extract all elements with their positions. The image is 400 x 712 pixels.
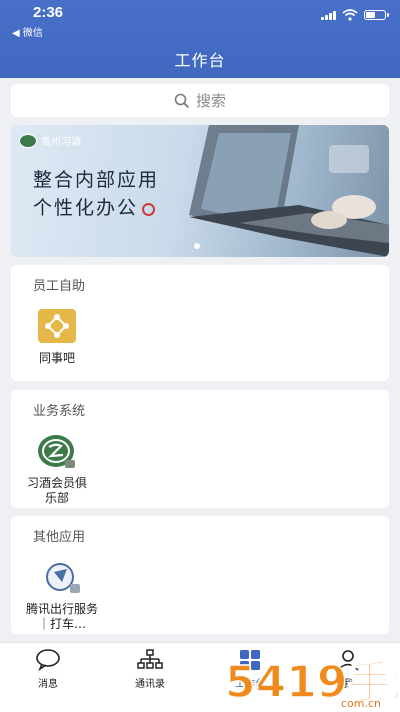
app-tencent-travel[interactable]: 腾讯出行服务｜打车…	[21, 560, 103, 632]
section-title: 其他应用	[33, 530, 86, 545]
tab-label: 消息	[38, 679, 58, 690]
tab-label: 通讯录	[135, 679, 165, 690]
tab-messages[interactable]: 消息	[8, 649, 88, 690]
app-tongshiba[interactable]: 同事吧	[25, 309, 89, 366]
red-dot-icon	[142, 202, 156, 216]
org-chart-icon	[137, 649, 163, 671]
section-employee-self-service: 员工自助 同事吧	[11, 265, 389, 381]
section-other-apps: 其他应用 腾讯出行服务｜打车…	[11, 516, 389, 634]
status-time: 2:36	[33, 4, 64, 21]
brand-name: 贵州习酒	[41, 137, 81, 148]
top-header: 2:36 ◀ 微信 工作台	[0, 0, 400, 78]
xijiu-logo-icon	[37, 434, 77, 470]
banner-headline: 整合内部应用	[33, 169, 160, 191]
search-bar[interactable]: 搜索	[11, 84, 389, 117]
app-label: 腾讯出行服务｜打车…	[25, 602, 98, 631]
banner-subheadline: 个性化办公	[33, 197, 139, 219]
site-watermark: 5419手游网 com.cn	[224, 656, 398, 709]
page-title: 工作台	[174, 51, 226, 70]
carousel-dot[interactable]	[194, 243, 200, 249]
app-label: 习酒会员俱乐部	[26, 476, 87, 505]
section-business-systems: 业务系统 习酒会员俱乐部	[11, 390, 389, 508]
signal-icon	[321, 10, 336, 20]
brand-logo: 贵州习酒	[19, 133, 81, 148]
app-xijiu-member-club[interactable]: 习酒会员俱乐部	[25, 434, 89, 506]
wifi-icon	[342, 9, 358, 21]
section-title: 员工自助	[33, 279, 86, 294]
compass-icon	[42, 560, 82, 596]
share-nodes-icon	[37, 309, 77, 345]
search-icon	[174, 93, 190, 108]
battery-icon	[364, 10, 389, 20]
status-indicators	[321, 9, 389, 21]
watermark-url: com.cn	[341, 697, 381, 709]
tab-contacts[interactable]: 通讯录	[110, 649, 190, 690]
chat-bubble-icon	[35, 649, 61, 672]
back-to-wechat-link[interactable]: ◀ 微信	[12, 24, 43, 39]
app-label: 同事吧	[38, 351, 75, 365]
promo-banner[interactable]: 贵州习酒 整合内部应用 个性化办公	[11, 125, 389, 257]
section-title: 业务系统	[33, 404, 86, 419]
laptop-photo	[189, 125, 389, 257]
search-placeholder: 搜索	[195, 92, 226, 110]
